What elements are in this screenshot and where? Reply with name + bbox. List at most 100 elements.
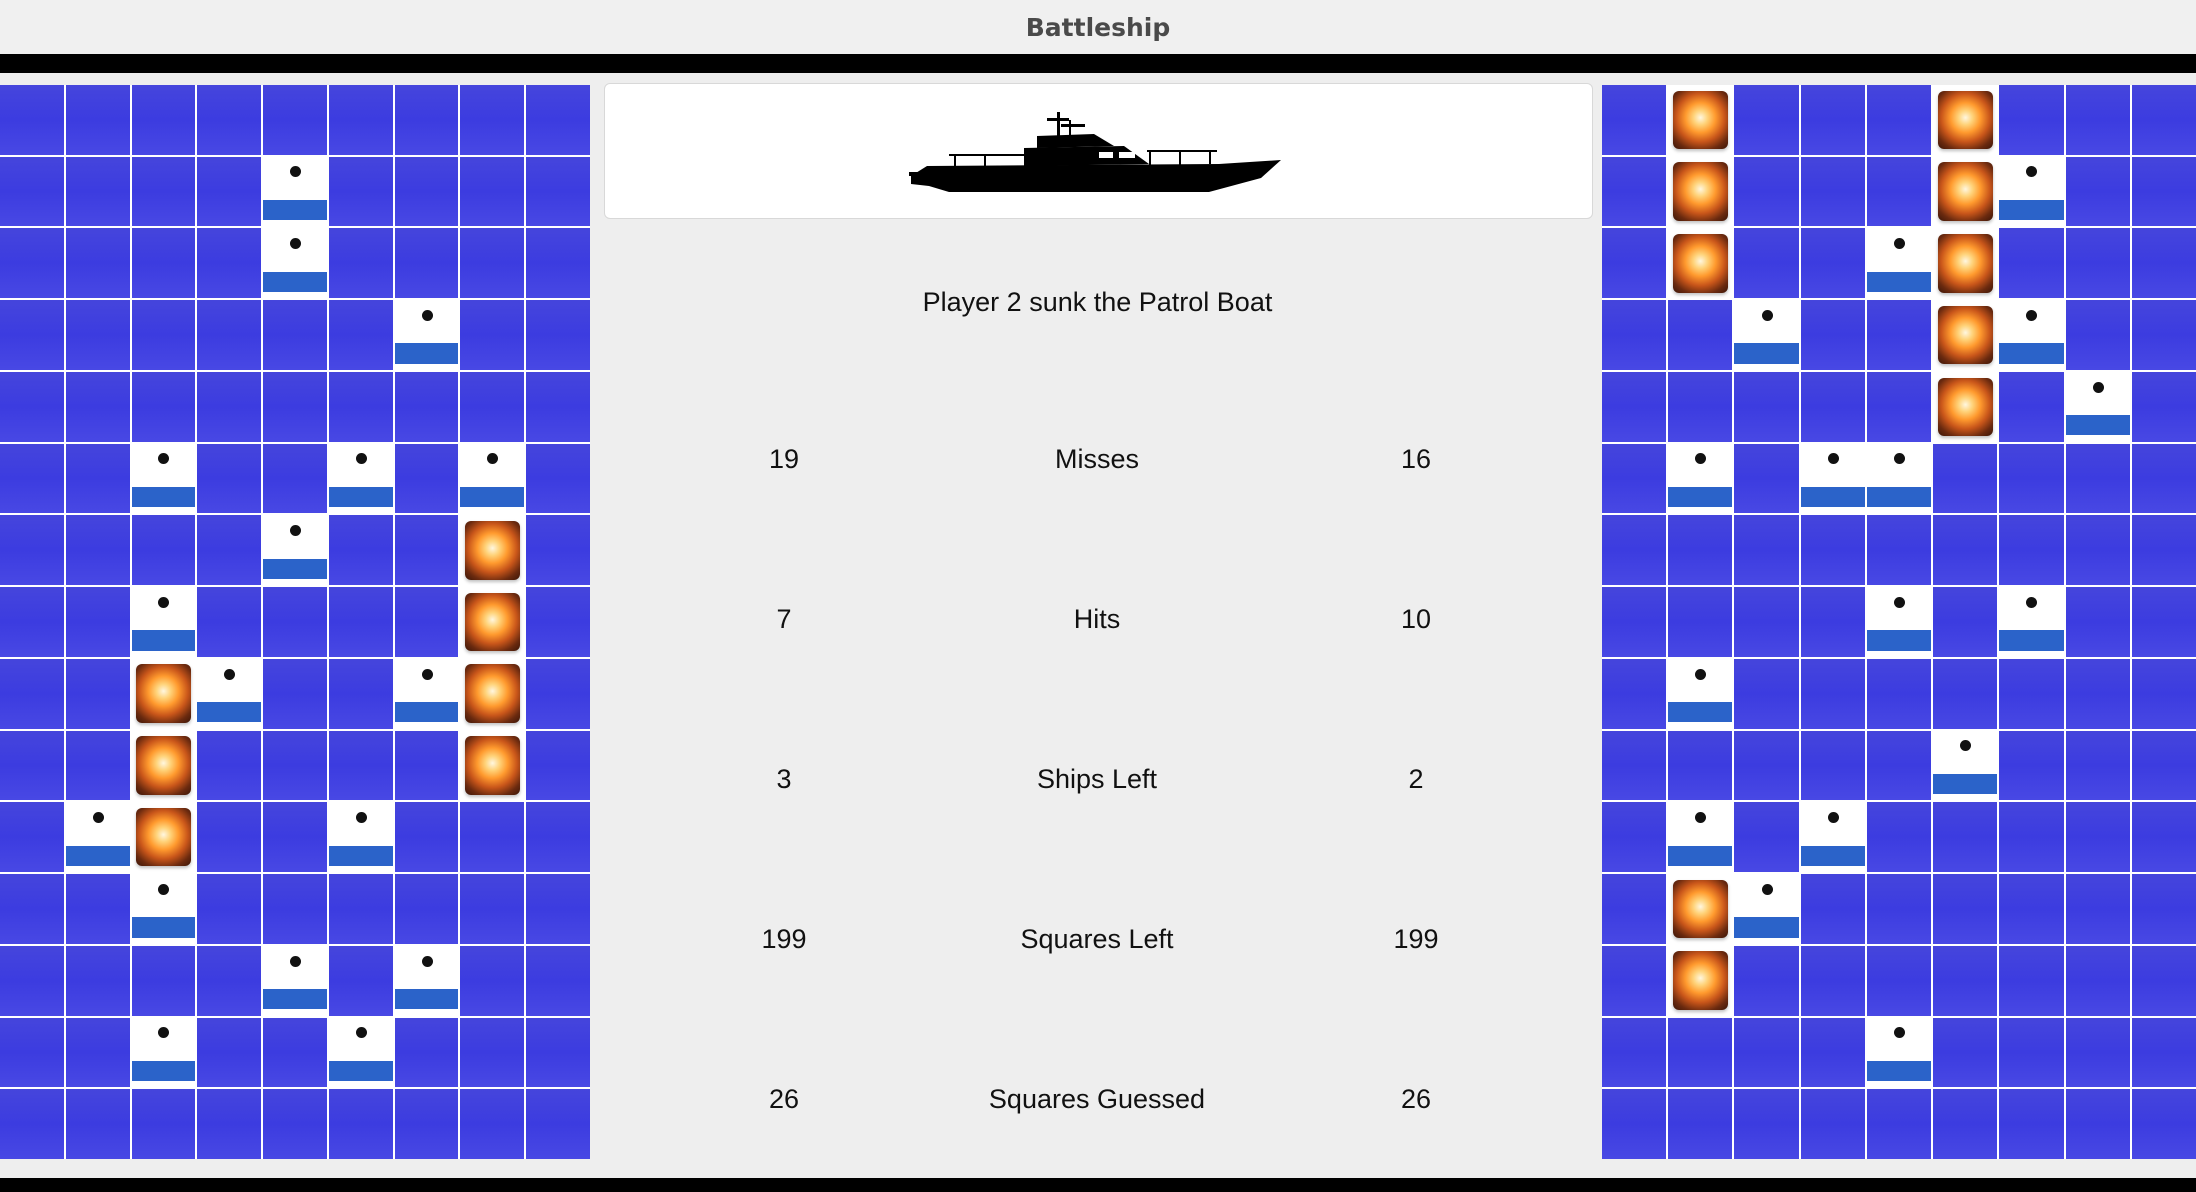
player1-board-water-cell[interactable]: [65, 443, 130, 514]
player1-board-water-cell[interactable]: [0, 945, 64, 1016]
player1-board-water-cell[interactable]: [65, 228, 130, 299]
player1-board-water-cell[interactable]: [65, 1089, 130, 1159]
player1-board-water-cell[interactable]: [65, 587, 130, 657]
player1-board-water-cell[interactable]: [197, 1089, 262, 1159]
player1-board-water-cell[interactable]: [394, 156, 459, 227]
player1-board-water-cell[interactable]: [197, 802, 262, 873]
player1-board-water-cell[interactable]: [197, 228, 262, 299]
player1-board-water-cell[interactable]: [263, 730, 327, 801]
player1-board-miss-cell[interactable]: [394, 300, 459, 370]
player2-board-water-cell[interactable]: [2065, 587, 2130, 657]
player2-board-water-cell[interactable]: [2065, 228, 2130, 299]
player2-board-water-cell[interactable]: [1734, 371, 1799, 442]
player2-board-miss-cell[interactable]: [1668, 658, 1733, 729]
player2-board-water-cell[interactable]: [1602, 730, 1667, 801]
player2-board-hit-cell[interactable]: [1933, 156, 1998, 227]
player2-board-water-cell[interactable]: [1800, 85, 1865, 155]
player1-board-water-cell[interactable]: [197, 371, 262, 442]
player1-board-water-cell[interactable]: [394, 874, 459, 944]
player1-board-water-cell[interactable]: [0, 1089, 64, 1159]
player2-board-water-cell[interactable]: [1602, 945, 1667, 1016]
player2-board-water-cell[interactable]: [2131, 587, 2196, 657]
player2-board-water-cell[interactable]: [1866, 874, 1932, 944]
player2-board-water-cell[interactable]: [1999, 802, 2064, 873]
player1-board-water-cell[interactable]: [328, 515, 393, 586]
player2-board-water-cell[interactable]: [2131, 228, 2196, 299]
player1-board-miss-cell[interactable]: [328, 802, 393, 873]
player2-board-water-cell[interactable]: [1999, 1089, 2064, 1159]
player2-board-water-cell[interactable]: [1866, 371, 1932, 442]
player1-board-water-cell[interactable]: [328, 156, 393, 227]
player1-board-water-cell[interactable]: [263, 300, 327, 370]
player2-board-miss-cell[interactable]: [2065, 371, 2130, 442]
player1-board-water-cell[interactable]: [197, 730, 262, 801]
player1-board-water-cell[interactable]: [0, 371, 64, 442]
player1-board-water-cell[interactable]: [131, 945, 196, 1016]
player1-board-water-cell[interactable]: [394, 371, 459, 442]
player1-board-miss-cell[interactable]: [131, 587, 196, 657]
player2-board-miss-cell[interactable]: [1734, 874, 1799, 944]
player1-board-water-cell[interactable]: [0, 587, 64, 657]
player2-board-water-cell[interactable]: [2065, 1017, 2130, 1088]
player1-board-water-cell[interactable]: [0, 515, 64, 586]
player1-board-water-cell[interactable]: [526, 371, 590, 442]
player2-board-water-cell[interactable]: [1800, 1017, 1865, 1088]
player1-board-water-cell[interactable]: [0, 85, 64, 155]
player1-board-miss-cell[interactable]: [328, 443, 393, 514]
player2-board-water-cell[interactable]: [1866, 658, 1932, 729]
player2-board-water-cell[interactable]: [1734, 1089, 1799, 1159]
player2-board-water-cell[interactable]: [1734, 730, 1799, 801]
player2-board-water-cell[interactable]: [1602, 156, 1667, 227]
player1-board-hit-cell[interactable]: [460, 730, 525, 801]
player1-board-water-cell[interactable]: [263, 874, 327, 944]
player1-board-water-cell[interactable]: [0, 443, 64, 514]
player1-board-miss-cell[interactable]: [394, 658, 459, 729]
player1-board-water-cell[interactable]: [526, 515, 590, 586]
player2-board-water-cell[interactable]: [1933, 587, 1998, 657]
player1-board-water-cell[interactable]: [328, 658, 393, 729]
player2-board-water-cell[interactable]: [1800, 730, 1865, 801]
player1-board-water-cell[interactable]: [526, 85, 590, 155]
player2-board-water-cell[interactable]: [2131, 156, 2196, 227]
player2-board-water-cell[interactable]: [2065, 515, 2130, 586]
player1-board-water-cell[interactable]: [526, 945, 590, 1016]
player1-board-water-cell[interactable]: [263, 658, 327, 729]
player2-board-water-cell[interactable]: [1933, 658, 1998, 729]
player1-board-water-cell[interactable]: [65, 945, 130, 1016]
player1-board-water-cell[interactable]: [131, 1089, 196, 1159]
player2-board-water-cell[interactable]: [1734, 945, 1799, 1016]
player2-board-water-cell[interactable]: [1999, 443, 2064, 514]
player2-board-miss-cell[interactable]: [1866, 228, 1932, 299]
player2-board-miss-cell[interactable]: [1800, 443, 1865, 514]
player2-board-water-cell[interactable]: [2131, 515, 2196, 586]
player2-board-water-cell[interactable]: [1668, 1089, 1733, 1159]
player1-board-water-cell[interactable]: [131, 515, 196, 586]
player2-board-water-cell[interactable]: [1999, 945, 2064, 1016]
player2-board-miss-cell[interactable]: [1999, 300, 2064, 370]
player2-board-water-cell[interactable]: [1933, 515, 1998, 586]
player2-board-water-cell[interactable]: [1734, 156, 1799, 227]
player2-board-water-cell[interactable]: [1602, 874, 1667, 944]
player2-board-water-cell[interactable]: [1866, 1089, 1932, 1159]
player2-board-hit-cell[interactable]: [1668, 874, 1733, 944]
player1-board-water-cell[interactable]: [526, 587, 590, 657]
player2-board-water-cell[interactable]: [1866, 515, 1932, 586]
player2-board-water-cell[interactable]: [1602, 802, 1667, 873]
player2-board-water-cell[interactable]: [1734, 515, 1799, 586]
player1-board-hit-cell[interactable]: [131, 658, 196, 729]
player1-board-water-cell[interactable]: [328, 730, 393, 801]
player1-board-water-cell[interactable]: [0, 1017, 64, 1088]
player1-board-water-cell[interactable]: [526, 802, 590, 873]
player2-board-water-cell[interactable]: [1602, 587, 1667, 657]
player1-board-water-cell[interactable]: [526, 228, 590, 299]
player2-board-water-cell[interactable]: [2131, 85, 2196, 155]
player1-board-water-cell[interactable]: [460, 371, 525, 442]
player2-board-water-cell[interactable]: [1602, 515, 1667, 586]
player2-board-water-cell[interactable]: [2131, 802, 2196, 873]
player2-board-water-cell[interactable]: [1602, 1017, 1667, 1088]
player2-board-water-cell[interactable]: [2131, 1017, 2196, 1088]
player2-board-water-cell[interactable]: [1933, 874, 1998, 944]
player1-board-miss-cell[interactable]: [263, 156, 327, 227]
player1-board-hit-cell[interactable]: [460, 658, 525, 729]
player2-board-miss-cell[interactable]: [1866, 1017, 1932, 1088]
